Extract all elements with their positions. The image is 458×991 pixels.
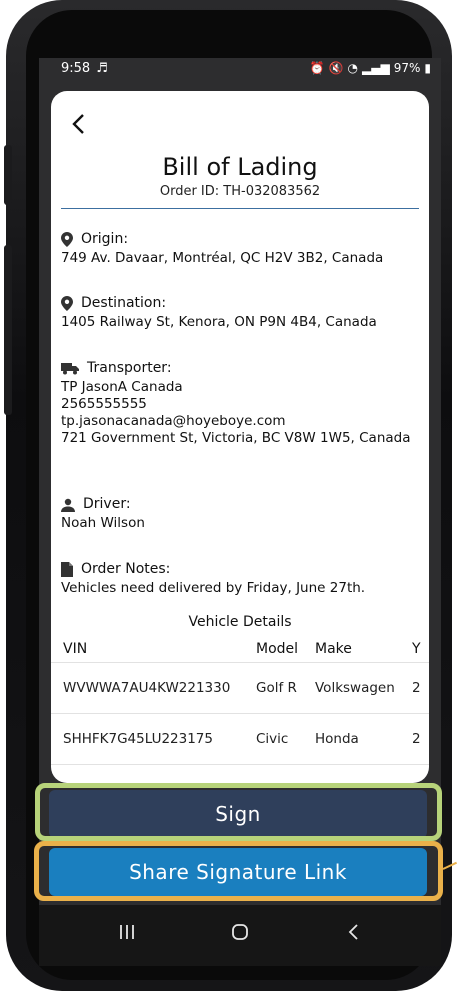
person-icon <box>61 498 75 512</box>
wifi-icon: ◔ <box>347 61 359 75</box>
mute-icon: 🔇 <box>328 61 344 75</box>
destination-address: 1405 Railway St, Kenora, ON P9N 4B4, Can… <box>61 314 377 330</box>
transporter-section: Transporter: TP JasonA Canada 2565555555… <box>61 360 421 447</box>
sign-button-highlight <box>35 783 442 841</box>
document-icon <box>61 562 73 577</box>
transporter-address: 721 Government St, Victoria, BC V8W 1W5,… <box>61 430 411 446</box>
driver-name: Noah Wilson <box>61 515 145 531</box>
destination-section: Destination: 1405 Railway St, Kenora, ON… <box>61 295 421 331</box>
order-id: Order ID: TH-032083562 <box>159 184 321 199</box>
power-button <box>4 245 12 415</box>
location-pin-icon <box>61 296 73 311</box>
column-header-model: Model <box>256 641 299 657</box>
back-nav-icon[interactable] <box>347 923 359 941</box>
transporter-label: Transporter: <box>87 360 172 376</box>
vin-cell: WVWWA7AU4KW221330 <box>63 680 231 696</box>
model-cell: Civic <box>256 731 289 747</box>
signal-notification-icon: ♬ <box>96 61 108 76</box>
column-header-make: Make <box>315 641 352 657</box>
header-divider <box>61 208 419 209</box>
column-header-year: Y <box>412 641 421 657</box>
year-cell: 2 <box>412 680 421 696</box>
home-icon[interactable] <box>231 923 249 941</box>
origin-label: Origin: <box>81 231 129 247</box>
volume-button <box>4 145 12 205</box>
share-button-highlight <box>34 841 443 901</box>
android-nav-bar <box>39 905 441 966</box>
destination-label: Destination: <box>81 295 167 311</box>
location-pin-icon <box>61 232 73 247</box>
make-cell: Volkswagen <box>315 680 395 696</box>
transporter-name: TP JasonA Canada <box>61 379 183 395</box>
transporter-phone: 2565555555 <box>61 396 147 412</box>
make-cell: Honda <box>315 731 359 747</box>
vin-cell: SHHFK7G45LU223175 <box>63 731 213 747</box>
battery-icon: ▮ <box>424 61 431 75</box>
vehicle-details-title: Vehicle Details <box>188 614 292 630</box>
alarm-icon: ⏰ <box>309 61 325 75</box>
column-header-vin: VIN <box>63 641 88 657</box>
recent-apps-icon[interactable] <box>119 923 135 941</box>
origin-section: Origin: 749 Av. Davaar, Montréal, QC H2V… <box>61 231 421 267</box>
driver-section: Driver: Noah Wilson <box>61 496 421 532</box>
table-header: VIN Model Make Y <box>51 636 429 663</box>
table-row: WVWWA7AU4KW221330 Golf R Volkswagen 2 <box>51 663 429 714</box>
model-cell: Golf R <box>256 680 297 696</box>
status-bar: 9:58 ♬ ⏰ 🔇 ◔ ▂▄▆ 97% ▮ <box>39 58 441 80</box>
notes-label: Order Notes: <box>81 561 171 577</box>
truck-icon <box>61 363 79 375</box>
status-time: 9:58 <box>61 61 91 76</box>
driver-label: Driver: <box>83 496 131 512</box>
transporter-email: tp.jasonacanada@hoyeboye.com <box>61 413 286 429</box>
battery-level: 97% <box>393 61 421 75</box>
notes-section: Order Notes: Vehicles need delivered by … <box>61 561 421 597</box>
year-cell: 2 <box>412 731 421 747</box>
back-icon[interactable] <box>71 113 85 140</box>
vehicle-table: VIN Model Make Y WVWWA7AU4KW221330 Golf … <box>51 636 429 765</box>
page-title: Bill of Lading <box>162 153 318 181</box>
origin-address: 749 Av. Davaar, Montréal, QC H2V 3B2, Ca… <box>61 250 384 266</box>
signal-icon: ▂▄▆ <box>362 61 390 75</box>
notes-text: Vehicles need delivered by Friday, June … <box>61 580 366 596</box>
bill-of-lading-card: Bill of Lading Order ID: TH-032083562 Or… <box>51 91 429 783</box>
table-row: SHHFK7G45LU223175 Civic Honda 2 <box>51 714 429 765</box>
